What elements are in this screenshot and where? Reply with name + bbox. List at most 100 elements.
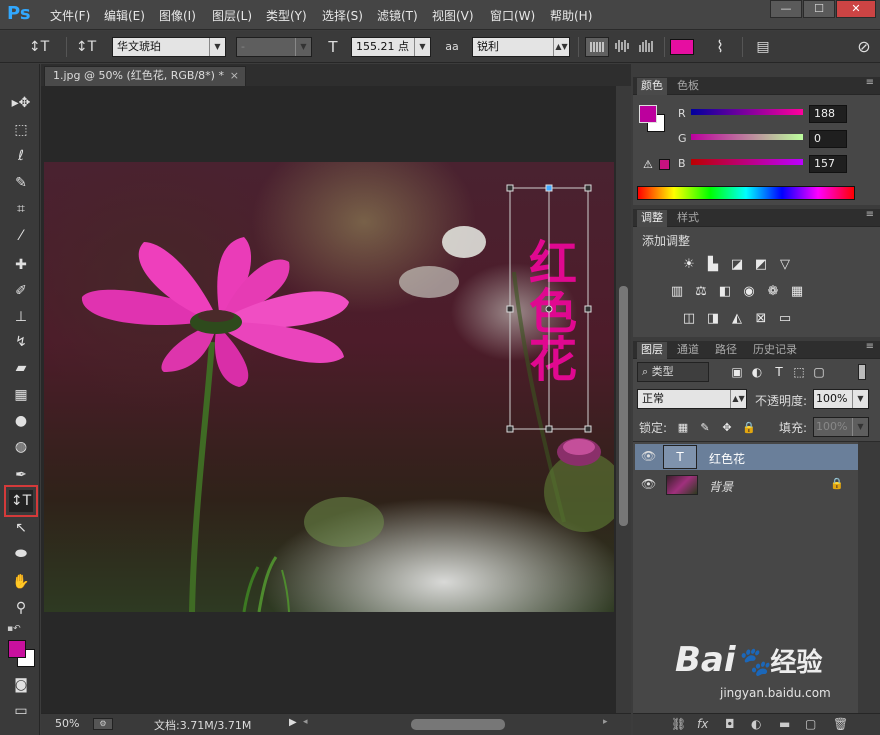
- channel-r-slider[interactable]: [691, 109, 803, 115]
- channel-g-slider[interactable]: [691, 134, 803, 140]
- tab-styles[interactable]: 样式: [673, 210, 703, 227]
- link-layers-icon[interactable]: ⛓: [671, 717, 686, 731]
- warp-text-icon[interactable]: ⌇: [708, 37, 732, 57]
- photo-filter-icon[interactable]: ◉: [741, 284, 757, 300]
- font-style-select[interactable]: - ▼: [236, 37, 312, 57]
- quick-mask-icon[interactable]: ◙: [9, 674, 33, 696]
- black-white-icon[interactable]: ◧: [717, 284, 733, 300]
- eyedropper-tool-icon[interactable]: ⁄: [9, 225, 33, 247]
- selective-color-icon[interactable]: ⊠: [753, 311, 769, 327]
- lock-all-icon[interactable]: 🔒: [741, 420, 757, 436]
- status-menu-arrow-icon[interactable]: ▶: [289, 717, 297, 728]
- vibrance-icon[interactable]: ▽: [777, 257, 793, 273]
- healing-brush-tool-icon[interactable]: ✚: [9, 254, 33, 276]
- layer-name[interactable]: 红色花: [709, 450, 745, 467]
- clone-stamp-tool-icon[interactable]: ⊥: [9, 306, 33, 328]
- levels-icon[interactable]: ▙: [705, 257, 721, 273]
- trash-icon[interactable]: 🗑: [833, 717, 848, 731]
- visibility-eye-icon[interactable]: 👁: [641, 449, 656, 463]
- opacity-input[interactable]: 100% ▼: [813, 389, 869, 409]
- tab-swatches[interactable]: 色板: [673, 78, 703, 95]
- channel-b-value[interactable]: 157: [809, 155, 847, 173]
- add-mask-icon[interactable]: ◘: [725, 717, 735, 731]
- marquee-tool-icon[interactable]: ⬚: [9, 119, 33, 141]
- screen-mode-icon[interactable]: ▭: [9, 700, 33, 722]
- threshold-icon[interactable]: ◭: [729, 311, 745, 327]
- align-right-button[interactable]: [635, 37, 659, 57]
- status-icon[interactable]: ⚙: [93, 718, 113, 730]
- filter-type-icon[interactable]: T: [771, 364, 787, 380]
- menu-edit[interactable]: 编辑(E): [104, 7, 145, 24]
- menu-help[interactable]: 帮助(H): [550, 7, 592, 24]
- minimize-button[interactable]: —: [770, 0, 802, 18]
- scroll-right-icon[interactable]: ▸: [603, 717, 608, 727]
- vertical-scrollbar[interactable]: [616, 86, 631, 713]
- layer-filter-select[interactable]: ⌕ 类型: [637, 362, 709, 382]
- menu-layer[interactable]: 图层(L): [212, 7, 252, 24]
- lasso-tool-icon[interactable]: ℓ: [9, 145, 33, 167]
- history-brush-tool-icon[interactable]: ↯: [9, 331, 33, 353]
- foreground-color-swatch[interactable]: [8, 640, 26, 658]
- font-family-select[interactable]: 华文琥珀 ▼: [112, 37, 226, 57]
- color-balance-icon[interactable]: ⚖: [693, 284, 709, 300]
- out-of-gamut-icon[interactable]: ⚠: [643, 158, 653, 171]
- color-lookup-icon[interactable]: ▦: [789, 284, 805, 300]
- zoom-tool-icon[interactable]: ⚲: [9, 597, 33, 619]
- close-button[interactable]: ✕: [836, 0, 876, 18]
- brush-tool-icon[interactable]: ✐: [9, 280, 33, 302]
- panel-menu-icon[interactable]: ≡: [866, 209, 874, 220]
- invert-icon[interactable]: ◫: [681, 311, 697, 327]
- tool-preset-picker[interactable]: ↕T: [22, 37, 56, 57]
- new-adjustment-icon[interactable]: ◐: [751, 717, 761, 731]
- default-colors-icon[interactable]: ▪↶: [7, 624, 21, 634]
- eraser-tool-icon[interactable]: ▰: [9, 357, 33, 379]
- channel-mixer-icon[interactable]: ❁: [765, 284, 781, 300]
- scroll-thumb[interactable]: [619, 286, 628, 526]
- fill-input[interactable]: 100% ▼: [813, 417, 869, 437]
- hue-saturation-icon[interactable]: ▥: [669, 284, 685, 300]
- filter-smart-object-icon[interactable]: ▢: [811, 364, 827, 380]
- document-tab[interactable]: 1.jpg @ 50% (红色花, RGB/8*) * ×: [44, 66, 246, 86]
- layer-row-text[interactable]: 👁 T 红色花: [635, 444, 858, 470]
- toggle-orientation-icon[interactable]: ↕T: [74, 37, 98, 57]
- blur-tool-icon[interactable]: ●: [9, 410, 33, 432]
- quick-select-tool-icon[interactable]: ✎: [9, 172, 33, 194]
- tab-layers[interactable]: 图层: [637, 342, 667, 359]
- filter-adjustment-icon[interactable]: ◐: [749, 364, 765, 380]
- channel-r-value[interactable]: 188: [809, 105, 847, 123]
- tab-close-icon[interactable]: ×: [230, 67, 239, 85]
- channel-g-value[interactable]: 0: [809, 130, 847, 148]
- panel-menu-icon[interactable]: ≡: [866, 341, 874, 352]
- new-layer-icon[interactable]: ▢: [805, 717, 816, 731]
- exposure-icon[interactable]: ◩: [753, 257, 769, 273]
- document-image[interactable]: 红色花: [44, 162, 614, 612]
- layer-row-background[interactable]: 👁 背景 🔒: [635, 472, 858, 498]
- menu-type[interactable]: 类型(Y): [266, 7, 307, 24]
- scroll-left-icon[interactable]: ◂: [303, 717, 308, 727]
- horizontal-scroll-thumb[interactable]: [411, 719, 505, 730]
- color-spectrum[interactable]: [637, 186, 855, 200]
- ellipse-tool-icon[interactable]: ⬬: [9, 543, 33, 565]
- layer-name[interactable]: 背景: [709, 478, 733, 495]
- filter-toggle-switch[interactable]: [858, 364, 866, 380]
- crop-tool-icon[interactable]: ⌗: [9, 198, 33, 220]
- cancel-icon[interactable]: ⊘: [852, 37, 876, 57]
- brightness-icon[interactable]: ☀: [681, 257, 697, 273]
- antialias-select[interactable]: 锐利 ▲▼: [472, 37, 570, 57]
- menu-filter[interactable]: 滤镜(T): [377, 7, 418, 24]
- tab-adjustments[interactable]: 调整: [637, 210, 667, 227]
- zoom-level[interactable]: 50%: [55, 717, 79, 730]
- menu-select[interactable]: 选择(S): [322, 7, 363, 24]
- filter-shape-icon[interactable]: ⬚: [791, 364, 807, 380]
- align-center-button[interactable]: [611, 37, 635, 57]
- panel-menu-icon[interactable]: ≡: [866, 77, 874, 88]
- character-panel-icon[interactable]: ▤: [751, 37, 775, 57]
- visibility-eye-icon[interactable]: 👁: [641, 477, 656, 491]
- menu-image[interactable]: 图像(I): [159, 7, 196, 24]
- lock-image-icon[interactable]: ✎: [697, 420, 713, 436]
- path-selection-tool-icon[interactable]: ↖: [9, 517, 33, 539]
- font-size-select[interactable]: 155.21 点 ▼: [351, 37, 431, 57]
- color-panel-foreground-swatch[interactable]: [639, 105, 657, 123]
- lock-transparent-icon[interactable]: ▦: [675, 420, 691, 436]
- gamut-color-swatch[interactable]: [659, 159, 670, 170]
